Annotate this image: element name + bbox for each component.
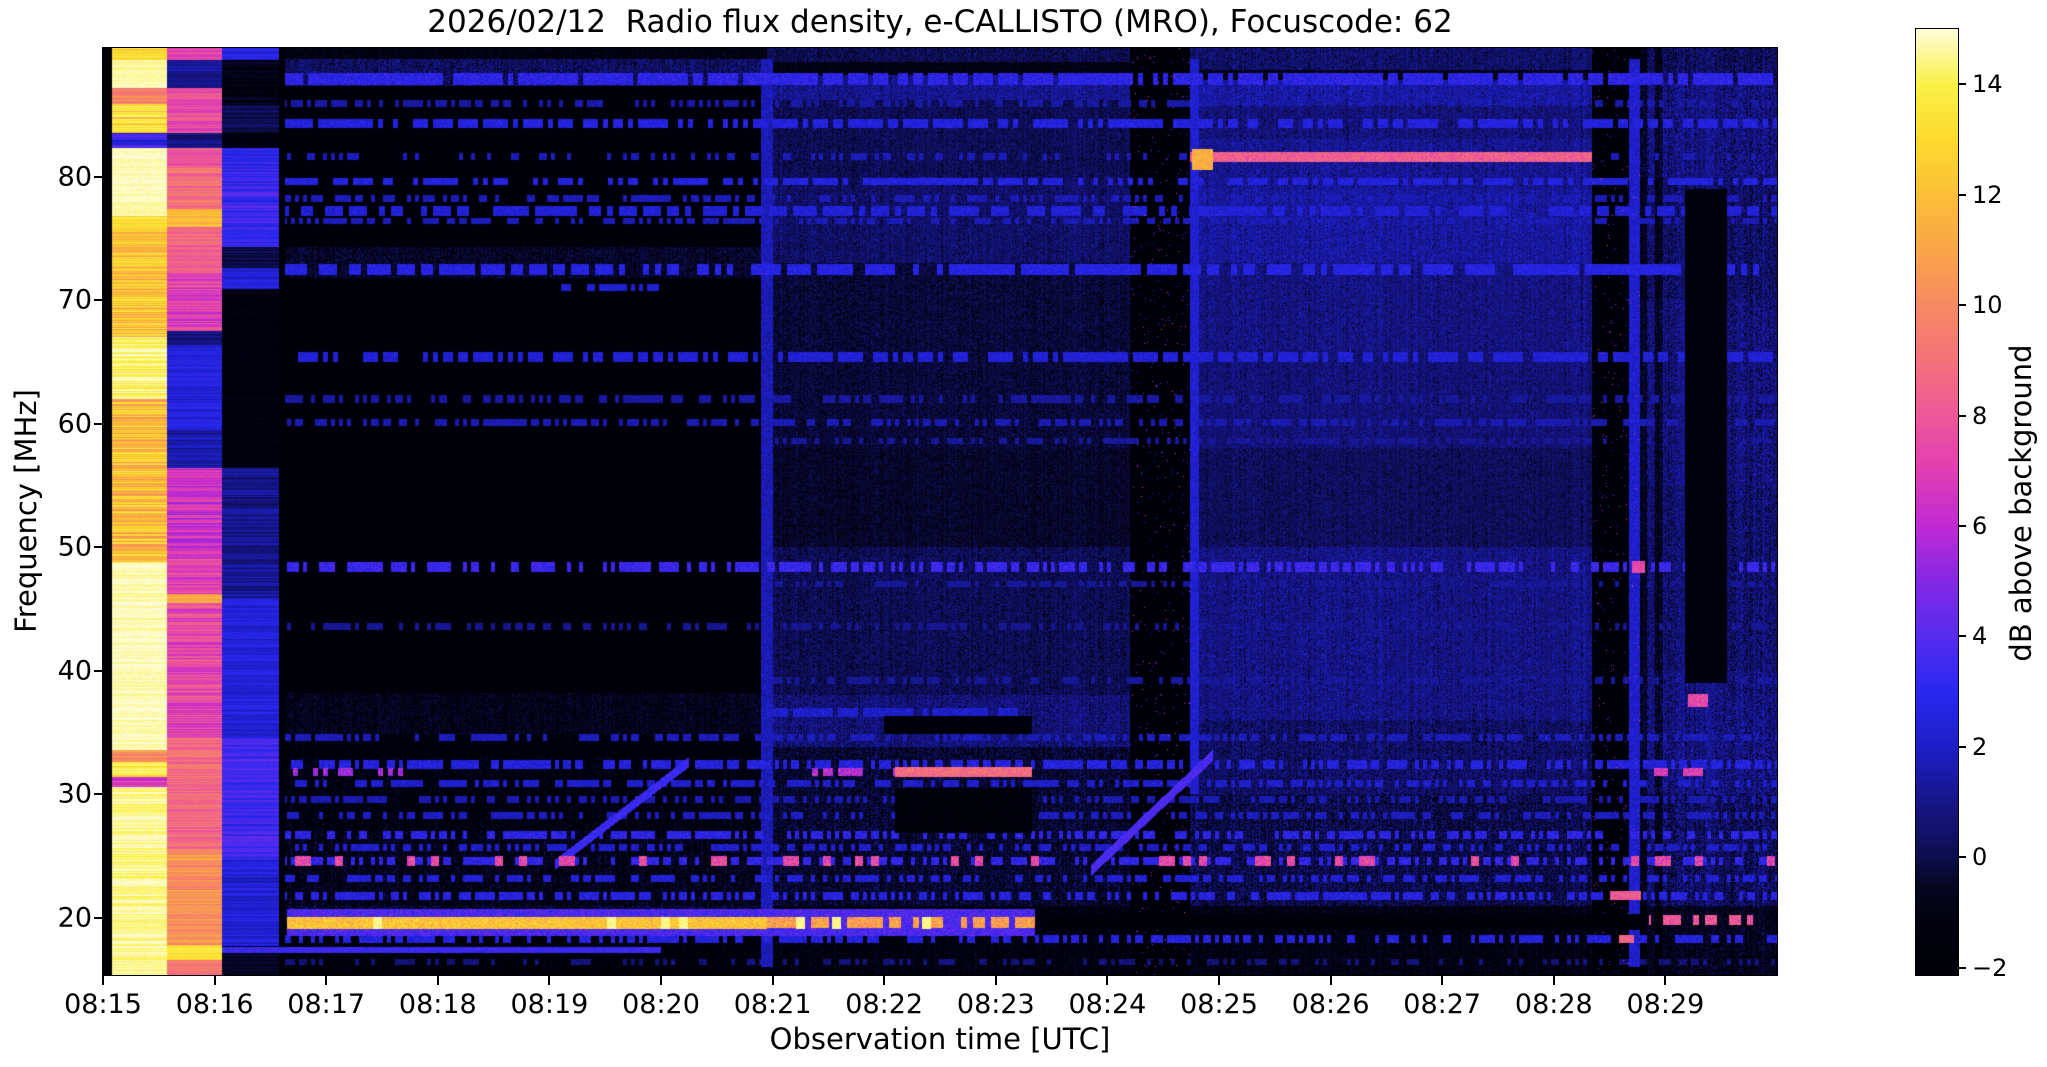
colorbar-tick-label: 4 <box>1972 622 1988 651</box>
x-axis-tick <box>771 976 774 985</box>
figure: 2026/02/12 Radio flux density, e-CALLIST… <box>0 0 2047 1067</box>
x-tick-label: 08:28 <box>1514 989 1593 1020</box>
x-axis-tick <box>1441 976 1444 985</box>
colorbar-tick <box>1958 966 1966 969</box>
x-axis-tick <box>325 976 328 985</box>
x-tick-label: 08:18 <box>398 989 477 1020</box>
colorbar-tick <box>1958 856 1966 859</box>
y-tick-label: 20 <box>57 902 92 934</box>
y-tick-label: 70 <box>57 284 92 316</box>
colorbar-tick <box>1958 635 1966 638</box>
x-tick-label: 08:22 <box>845 989 924 1020</box>
y-axis-tick <box>94 546 103 549</box>
x-tick-label: 08:24 <box>1068 989 1147 1020</box>
y-axis-label: Frequency [MHz] <box>9 389 43 633</box>
x-axis-tick <box>1552 976 1555 985</box>
y-tick-label: 80 <box>57 161 92 192</box>
colorbar-tick <box>1958 414 1966 417</box>
colorbar-tick-label: 2 <box>1972 732 1988 761</box>
colorbar-gradient <box>1916 29 1958 975</box>
x-axis-tick <box>1329 976 1332 985</box>
x-axis-tick <box>102 976 104 985</box>
x-axis-tick <box>1106 976 1109 985</box>
x-axis-label: Observation time [UTC] <box>769 1022 1111 1056</box>
y-tick-label: 30 <box>57 778 92 810</box>
y-axis-tick <box>94 793 103 796</box>
x-tick-label: 08:29 <box>1626 989 1705 1020</box>
colorbar-tick <box>1958 525 1966 528</box>
x-tick-label: 08:20 <box>622 989 700 1020</box>
x-axis-tick <box>213 976 216 985</box>
y-tick-label: 40 <box>57 655 92 687</box>
y-axis-tick <box>94 422 103 425</box>
x-axis-tick <box>883 976 886 985</box>
colorbar-tick-label: 8 <box>1972 401 1988 430</box>
colorbar-tick <box>1958 83 1966 86</box>
colorbar-tick-label: 14 <box>1972 70 2003 99</box>
colorbar-tick <box>1958 304 1966 307</box>
x-axis-tick <box>548 976 551 985</box>
x-tick-label: 08:26 <box>1291 989 1370 1020</box>
x-tick-label: 08:21 <box>733 989 812 1020</box>
colorbar-label: dB above background <box>2004 344 2038 662</box>
x-tick-label: 08:19 <box>510 989 589 1020</box>
x-tick-label: 08:27 <box>1403 989 1482 1020</box>
y-axis-tick <box>94 916 103 919</box>
y-axis-tick <box>94 299 103 302</box>
colorbar-tick <box>1958 193 1966 196</box>
x-tick-label: 08:17 <box>287 989 366 1020</box>
colorbar-tick <box>1958 745 1966 748</box>
colorbar <box>1915 28 1959 976</box>
chart-title: 2026/02/12 Radio flux density, e-CALLIST… <box>427 4 1453 40</box>
x-axis-tick <box>1664 976 1667 985</box>
colorbar-tick-label: −2 <box>1972 953 2008 982</box>
x-axis-tick <box>660 976 662 985</box>
x-axis-tick <box>436 976 439 985</box>
x-tick-label: 08:15 <box>64 989 142 1020</box>
x-axis-tick <box>994 976 997 985</box>
spectrogram-canvas <box>103 48 1777 975</box>
spectrogram-plot <box>102 47 1778 976</box>
x-tick-label: 08:16 <box>175 989 254 1020</box>
colorbar-tick-label: 10 <box>1972 291 2003 320</box>
colorbar-tick-label: 0 <box>1972 843 1988 872</box>
y-axis-tick <box>94 175 103 178</box>
x-tick-label: 08:23 <box>956 989 1035 1020</box>
colorbar-tick-label: 6 <box>1972 512 1988 541</box>
x-tick-label: 08:25 <box>1180 989 1258 1020</box>
y-axis-tick <box>94 669 103 672</box>
colorbar-tick-label: 12 <box>1972 180 2003 209</box>
x-axis-tick <box>1218 976 1220 985</box>
